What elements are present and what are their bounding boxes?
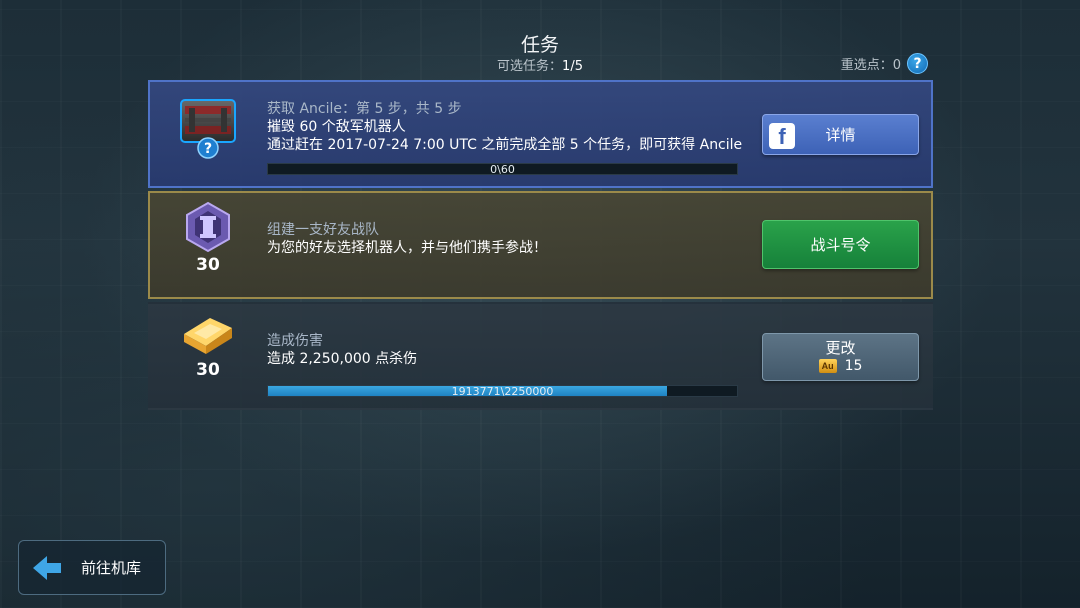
gold-currency-icon: Au xyxy=(818,359,837,373)
task-kicker: 组建一支好友战队 xyxy=(267,222,379,238)
task-card-ancile: ? 获取 Ancile：第 5 步，共 5 步 摧毁 60 个敌军机器人 通过赶… xyxy=(148,80,933,188)
details-button-label: 详情 xyxy=(825,126,856,144)
details-button[interactable]: f 详情 xyxy=(762,114,919,155)
back-to-hangar-label: 前往机库 xyxy=(81,559,142,577)
task-description: 造成 2,250,000 点杀伤 xyxy=(267,351,418,367)
facebook-icon: f xyxy=(769,123,795,149)
back-arrow-icon xyxy=(33,555,61,580)
task-text: 造成伤害 造成 2,250,000 点杀伤 xyxy=(267,332,767,368)
task-text: 组建一支好友战队 为您的好友选择机器人，并与他们携手参战！ xyxy=(267,221,767,257)
reroll-points-label: 重选点：0 xyxy=(840,58,901,73)
task-description: 摧毁 60 个敌军机器人 xyxy=(267,119,406,135)
task-card-damage: 30 造成伤害 造成 2,250,000 点杀伤 1913771\2250000… xyxy=(148,302,933,410)
damage-reward: 30 xyxy=(168,312,248,402)
battle-call-button-label: 战斗号令 xyxy=(810,236,871,254)
squad-emblem-icon xyxy=(186,201,230,253)
task-progress-bar: 0\60 xyxy=(267,163,738,175)
task-progress-label: 0\60 xyxy=(490,163,515,176)
reroll-points: 重选点：0 ? xyxy=(841,53,928,74)
back-to-hangar-button[interactable]: 前往机库 xyxy=(18,540,166,595)
task-description: 为您的好友选择机器人，并与他们携手参战！ xyxy=(267,240,547,256)
reward-count: 30 xyxy=(196,255,220,275)
squad-reward: 30 xyxy=(168,201,248,291)
reward-count: 30 xyxy=(196,360,220,380)
task-progress-label: 1913771\2250000 xyxy=(451,385,554,398)
battle-call-button[interactable]: 战斗号令 xyxy=(762,220,919,269)
change-cost-value: 15 xyxy=(844,358,863,374)
task-kicker: 获取 Ancile：第 5 步，共 5 步 xyxy=(267,101,462,117)
change-cost: Au 15 xyxy=(818,357,863,375)
task-text: 获取 Ancile：第 5 步，共 5 步 摧毁 60 个敌军机器人 通过赶在 … xyxy=(267,100,767,154)
change-task-button-label: 更改 xyxy=(825,339,856,357)
task-kicker: 造成伤害 xyxy=(267,333,323,349)
available-tasks-label: 可选任务： xyxy=(497,59,563,74)
svg-text:?: ? xyxy=(204,141,212,157)
task-progress-bar: 1913771\2250000 xyxy=(267,385,738,397)
gold-bar-icon xyxy=(184,318,232,354)
task-card-squad: 30 组建一支好友战队 为您的好友选择机器人，并与他们携手参战！ 战斗号令 xyxy=(148,191,933,299)
task-note: 通过赶在 2017-07-24 7:00 UTC 之前完成全部 5 个任务，即可… xyxy=(267,137,743,153)
question-mark-icon[interactable]: ? xyxy=(907,53,928,74)
change-task-button[interactable]: 更改 Au 15 xyxy=(762,333,919,381)
robot-crate-icon[interactable]: ? xyxy=(168,90,248,180)
available-tasks-value: 1/5 xyxy=(562,59,583,74)
